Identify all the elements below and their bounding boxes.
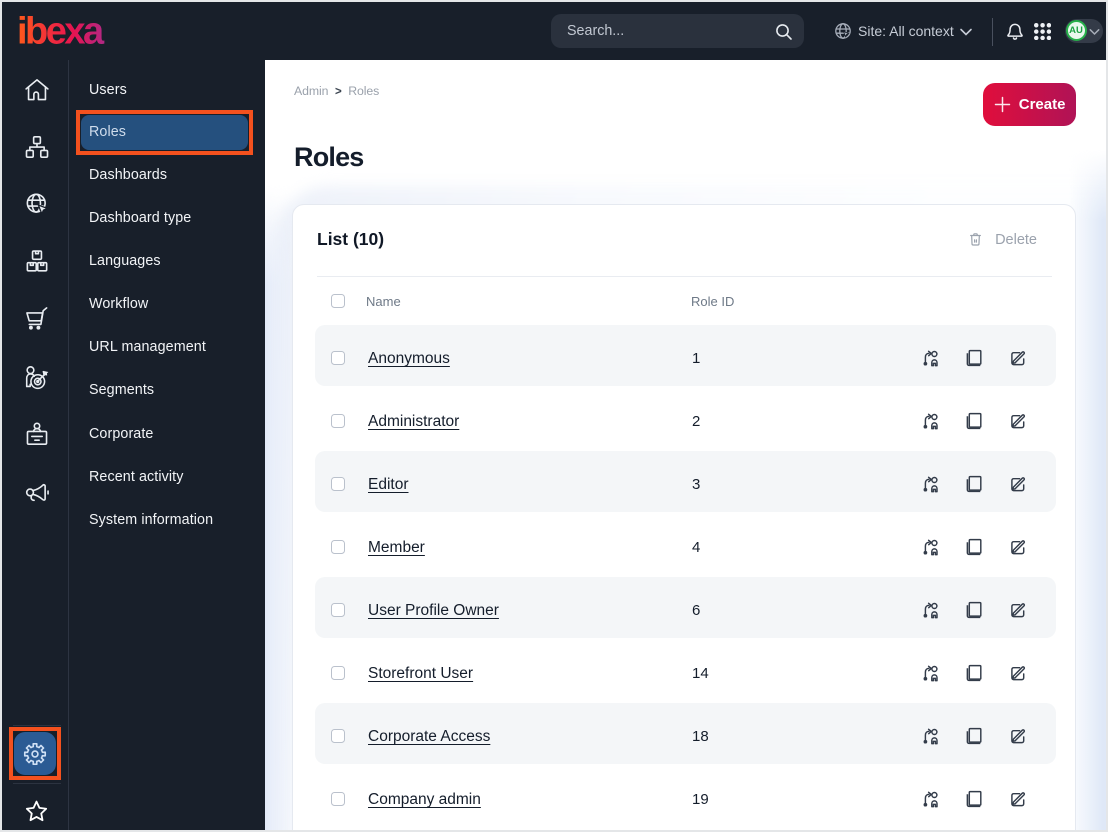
svg-text:ibexa: ibexa [17,11,105,53]
